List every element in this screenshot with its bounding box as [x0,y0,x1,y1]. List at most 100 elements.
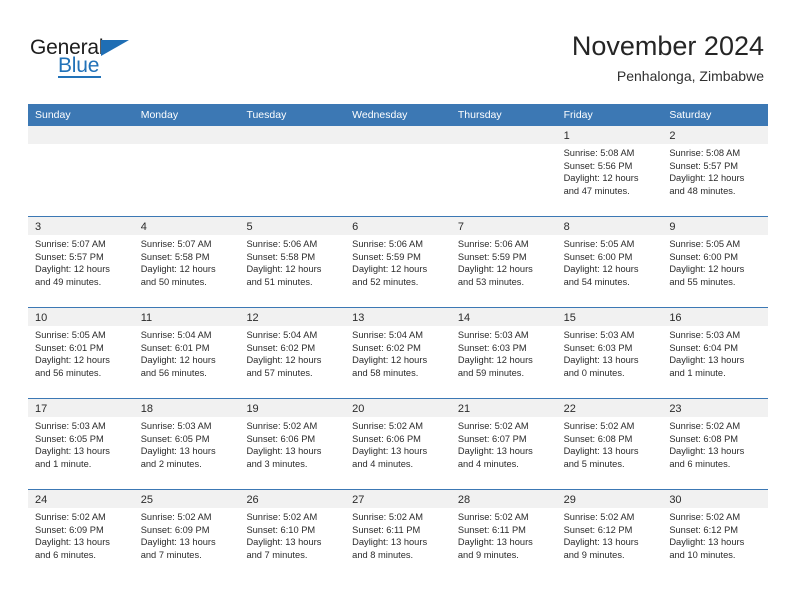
sunrise-text: Sunrise: 5:07 AM [35,239,106,249]
calendar-day-cell[interactable]: 26 Sunrise: 5:02 AM Sunset: 6:10 PM Dayligh… [239,490,346,580]
calendar-day-cell[interactable]: 22 Sunrise: 5:02 AM Sunset: 6:08 PM Dayligh… [556,399,663,489]
calendar-day-cell[interactable]: 25 Sunrise: 5:02 AM Sunset: 6:09 PM Dayligh… [133,490,240,580]
daylight-text: Daylight: 12 hours [563,264,639,275]
calendar-day-cell[interactable]: 14 Sunrise: 5:03 AM Sunset: 6:03 PM Dayligh… [450,308,557,398]
daylight-text: Daylight: 12 hours [35,355,110,366]
sunset-text: Sunset: 6:00 PM [669,251,739,262]
calendar-day-cell[interactable]: 23 Sunrise: 5:02 AM Sunset: 6:08 PM Dayligh… [662,399,769,489]
day-number: 20 [352,403,365,415]
sunset-text: Sunset: 5:58 PM [246,251,316,262]
calendar-day-cell[interactable]: 5 Sunrise: 5:06 AM Sunset: 5:58 PM Daylight… [239,217,346,307]
day-number-band [239,126,346,144]
generalblue-logo[interactable]: General Blue [30,36,150,82]
sunrise-text: Sunrise: 5:06 AM [457,239,529,249]
sunset-text: Sunset: 5:57 PM [669,160,739,171]
sunrise-text: Sunrise: 5:02 AM [563,512,635,522]
daylight-text: Daylight: 13 hours [35,446,110,457]
daylight-text: and 1 minute. [669,367,726,378]
day-number: 29 [563,494,576,506]
day-number-band: 8 [556,217,663,235]
day-details: Sunrise: 5:02 AM Sunset: 6:09 PM Daylight:… [28,508,134,561]
day-number-band: 25 [133,490,240,508]
calendar-day-cell[interactable]: 21 Sunrise: 5:02 AM Sunset: 6:07 PM Dayligh… [450,399,557,489]
sunrise-text: Sunrise: 5:05 AM [35,330,106,340]
calendar-day-cell[interactable]: 17 Sunrise: 5:03 AM Sunset: 6:05 PM Dayligh… [28,399,134,489]
page-title: November 2024 [571,31,764,61]
day-details: Sunrise: 5:02 AM Sunset: 6:07 PM Daylight:… [451,417,557,470]
calendar-day-cell[interactable]: 30 Sunrise: 5:02 AM Sunset: 6:12 PM Dayligh… [662,490,769,580]
sunset-text: Sunset: 6:03 PM [563,342,633,353]
sunrise-text: Sunrise: 5:02 AM [563,421,635,431]
daylight-text: and 57 minutes. [246,367,313,378]
calendar-day-cell[interactable]: 19 Sunrise: 5:02 AM Sunset: 6:06 PM Dayligh… [239,399,346,489]
sunset-text: Sunset: 5:56 PM [563,160,633,171]
day-number-band: 22 [556,399,663,417]
day-details: Sunrise: 5:05 AM Sunset: 6:01 PM Daylight:… [28,326,134,379]
day-details: Sunrise: 5:04 AM Sunset: 6:01 PM Daylight:… [134,326,240,379]
calendar-day-cell[interactable]: 29 Sunrise: 5:02 AM Sunset: 6:12 PM Dayligh… [556,490,663,580]
day-number-band: 1 [556,126,663,144]
weekday-header-wednesday: Wednesday [352,109,408,121]
calendar-day-cell[interactable]: 20 Sunrise: 5:02 AM Sunset: 6:06 PM Dayligh… [345,399,451,489]
calendar-day-cell[interactable]: 4 Sunrise: 5:07 AM Sunset: 5:58 PM Daylight… [133,217,240,307]
day-number: 17 [35,403,48,415]
weekday-header-saturday: Saturday [669,109,712,121]
day-number: 6 [352,221,359,233]
daylight-text: Daylight: 12 hours [246,355,322,366]
day-details: Sunrise: 5:05 AM Sunset: 6:00 PM Daylight:… [662,235,768,288]
day-details: Sunrise: 5:02 AM Sunset: 6:09 PM Daylight:… [134,508,240,561]
calendar-day-cell[interactable]: 28 Sunrise: 5:02 AM Sunset: 6:11 PM Dayligh… [450,490,557,580]
daylight-text: Daylight: 12 hours [457,264,533,275]
daylight-text: Daylight: 12 hours [246,264,322,275]
calendar-day-cell[interactable]: 13 Sunrise: 5:04 AM Sunset: 6:02 PM Dayligh… [345,308,451,398]
calendar-day-cell-empty [450,126,557,216]
daylight-text: Daylight: 12 hours [563,173,639,184]
weekday-header-sunday: Sunday [35,109,71,121]
daylight-text: and 58 minutes. [352,367,419,378]
calendar-day-cell[interactable]: 3 Sunrise: 5:07 AM Sunset: 5:57 PM Daylight… [28,217,134,307]
calendar-day-cell[interactable]: 8 Sunrise: 5:05 AM Sunset: 6:00 PM Daylight… [556,217,663,307]
daylight-text: and 8 minutes. [352,549,414,560]
daylight-text: Daylight: 13 hours [669,446,745,457]
daylight-text: and 47 minutes. [563,185,630,196]
calendar-day-cell[interactable]: 12 Sunrise: 5:04 AM Sunset: 6:02 PM Dayligh… [239,308,346,398]
calendar-day-cell[interactable]: 7 Sunrise: 5:06 AM Sunset: 5:59 PM Daylight… [450,217,557,307]
calendar-day-cell[interactable]: 1 Sunrise: 5:08 AM Sunset: 5:56 PM Daylight… [556,126,663,216]
daylight-text: Daylight: 13 hours [35,537,110,548]
day-details: Sunrise: 5:03 AM Sunset: 6:05 PM Daylight:… [28,417,134,470]
day-details: Sunrise: 5:03 AM Sunset: 6:05 PM Daylight:… [134,417,240,470]
sunset-text: Sunset: 6:05 PM [140,433,210,444]
sunset-text: Sunset: 6:07 PM [457,433,527,444]
calendar-week-row: 17 Sunrise: 5:03 AM Sunset: 6:05 PM Dayligh… [28,398,769,489]
calendar-day-cell[interactable]: 15 Sunrise: 5:03 AM Sunset: 6:03 PM Dayligh… [556,308,663,398]
calendar-day-cell[interactable]: 6 Sunrise: 5:06 AM Sunset: 5:59 PM Daylight… [345,217,451,307]
calendar-day-cell[interactable]: 11 Sunrise: 5:04 AM Sunset: 6:01 PM Dayligh… [133,308,240,398]
sunrise-text: Sunrise: 5:05 AM [669,239,741,249]
day-number-band: 24 [28,490,134,508]
sunrise-text: Sunrise: 5:02 AM [352,421,423,431]
day-number: 26 [246,494,259,506]
daylight-text: Daylight: 13 hours [246,537,322,548]
daylight-text: Daylight: 12 hours [140,355,216,366]
day-number-band: 14 [450,308,557,326]
sunrise-text: Sunrise: 5:05 AM [563,239,635,249]
day-number: 25 [140,494,153,506]
calendar-day-cell[interactable]: 2 Sunrise: 5:08 AM Sunset: 5:57 PM Daylight… [662,126,769,216]
day-number-band: 3 [28,217,134,235]
sunrise-text: Sunrise: 5:02 AM [246,421,318,431]
calendar-day-cell[interactable]: 10 Sunrise: 5:05 AM Sunset: 6:01 PM Dayligh… [28,308,134,398]
day-details: Sunrise: 5:04 AM Sunset: 6:02 PM Daylight:… [345,326,451,379]
calendar-day-cell[interactable]: 9 Sunrise: 5:05 AM Sunset: 6:00 PM Daylight… [662,217,769,307]
calendar-day-cell[interactable]: 16 Sunrise: 5:03 AM Sunset: 6:04 PM Dayligh… [662,308,769,398]
daylight-text: and 10 minutes. [669,549,736,560]
calendar-day-cell[interactable]: 27 Sunrise: 5:02 AM Sunset: 6:11 PM Dayligh… [345,490,451,580]
calendar-day-cell[interactable]: 24 Sunrise: 5:02 AM Sunset: 6:09 PM Dayligh… [28,490,134,580]
day-number: 11 [140,312,153,324]
calendar-day-cell[interactable]: 18 Sunrise: 5:03 AM Sunset: 6:05 PM Dayligh… [133,399,240,489]
day-details: Sunrise: 5:02 AM Sunset: 6:08 PM Daylight:… [557,417,663,470]
day-details: Sunrise: 5:03 AM Sunset: 6:04 PM Daylight:… [662,326,768,379]
daylight-text: and 49 minutes. [35,276,102,287]
day-number-band: 12 [239,308,346,326]
day-number: 15 [563,312,576,324]
day-details: Sunrise: 5:02 AM Sunset: 6:06 PM Daylight:… [239,417,345,470]
